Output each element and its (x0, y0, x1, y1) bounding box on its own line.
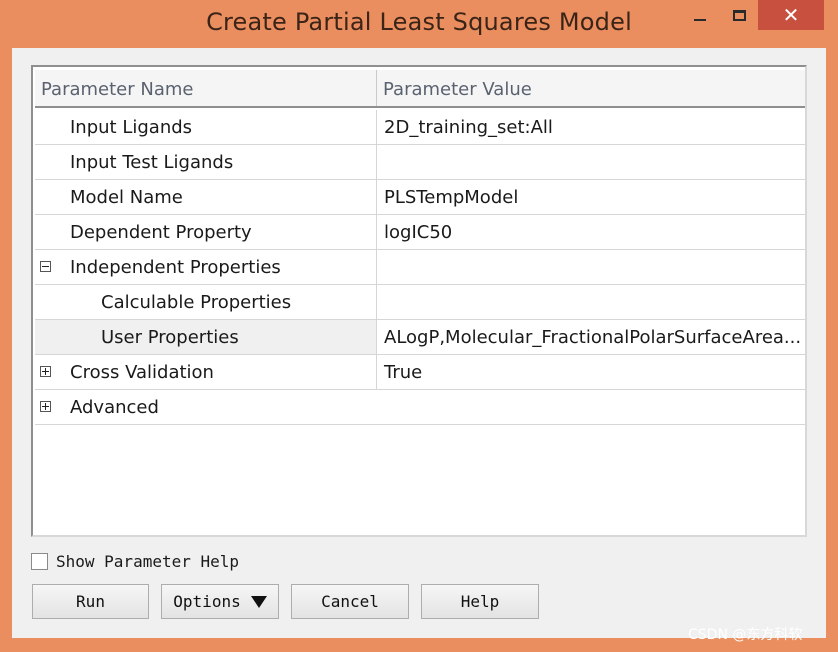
options-button-label: Options (173, 592, 241, 611)
title-bar[interactable]: Create Partial Least Squares Model ✕ (0, 0, 838, 48)
row-cross-validation[interactable]: Cross Validation True (35, 355, 805, 390)
triangle-down-icon (250, 595, 267, 608)
param-value[interactable]: True (377, 355, 805, 389)
param-value[interactable]: logIC50 (377, 215, 805, 249)
dialog-client-area: Parameter Name Parameter Value Input Lig… (12, 48, 826, 638)
run-button-label: Run (76, 592, 105, 611)
parameter-grid: Parameter Name Parameter Value Input Lig… (31, 65, 807, 537)
param-name: Advanced (70, 397, 159, 418)
run-button[interactable]: Run (32, 584, 149, 619)
help-button[interactable]: Help (421, 584, 539, 619)
param-name: Cross Validation (70, 362, 214, 383)
param-value[interactable]: ALogP,Molecular_FractionalPolarSurfaceAr… (377, 320, 805, 354)
row-input-ligands[interactable]: Input Ligands 2D_training_set:All (35, 110, 805, 145)
cancel-button-label: Cancel (321, 592, 379, 611)
param-name: Model Name (70, 187, 183, 208)
param-value[interactable] (377, 285, 805, 319)
param-name: Calculable Properties (101, 292, 292, 313)
show-help-label[interactable]: Show Parameter Help (56, 552, 239, 571)
cancel-button[interactable]: Cancel (291, 584, 409, 619)
collapse-icon[interactable] (40, 261, 51, 272)
close-button[interactable]: ✕ (758, 0, 824, 30)
param-value[interactable]: PLSTempModel (377, 180, 805, 214)
watermark-text: CSDN @东方科软 (688, 627, 803, 643)
show-help-checkbox[interactable] (31, 552, 48, 570)
expand-icon[interactable] (40, 366, 51, 377)
row-user-properties[interactable]: User Properties ALogP,Molecular_Fraction… (35, 320, 805, 355)
help-button-label: Help (460, 592, 500, 611)
column-header-parameter-name[interactable]: Parameter Name (35, 70, 377, 106)
row-advanced[interactable]: Advanced (35, 390, 805, 425)
row-input-test-ligands[interactable]: Input Test Ligands (35, 145, 805, 180)
maximize-button[interactable] (722, 0, 756, 30)
param-value (377, 390, 805, 424)
expand-icon[interactable] (40, 401, 51, 412)
param-value[interactable] (377, 145, 805, 179)
column-header-parameter-value[interactable]: Parameter Value (377, 70, 805, 106)
dialog-window: Create Partial Least Squares Model ✕ Par… (0, 0, 838, 652)
param-name: Input Test Ligands (70, 152, 234, 173)
param-name: Input Ligands (70, 117, 193, 138)
minimize-icon (694, 19, 706, 21)
param-value[interactable] (377, 250, 805, 284)
row-dependent-property[interactable]: Dependent Property logIC50 (35, 215, 805, 250)
row-calculable-properties[interactable]: Calculable Properties (35, 285, 805, 320)
maximize-icon (732, 9, 746, 21)
param-name: Independent Properties (70, 257, 281, 278)
param-name: Dependent Property (70, 222, 252, 243)
options-button[interactable]: Options (161, 584, 279, 619)
param-name: User Properties (101, 327, 239, 348)
row-model-name[interactable]: Model Name PLSTempModel (35, 180, 805, 215)
param-value[interactable]: 2D_training_set:All (377, 110, 805, 144)
close-icon: ✕ (782, 3, 800, 27)
row-independent-properties[interactable]: Independent Properties (35, 250, 805, 285)
minimize-button[interactable] (680, 0, 720, 30)
show-parameter-help[interactable]: Show Parameter Help (31, 550, 239, 572)
grid-header: Parameter Name Parameter Value (35, 70, 805, 108)
